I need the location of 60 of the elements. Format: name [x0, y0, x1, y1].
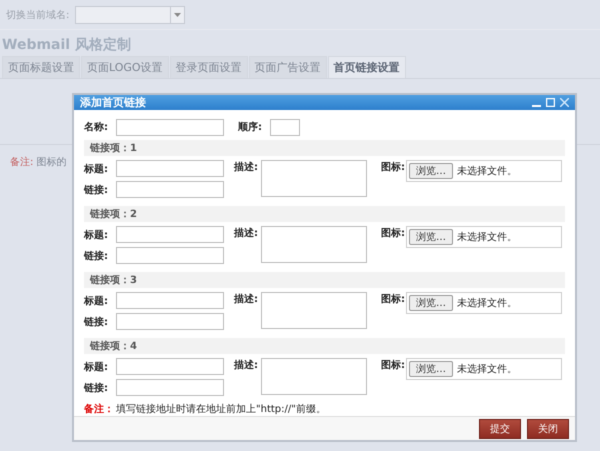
icon-label: 图标:: [381, 292, 406, 308]
page-title: Webmail 风格定制: [1, 36, 132, 55]
close-icon[interactable]: [560, 98, 569, 108]
link-label: 链接:: [84, 316, 109, 329]
link-input[interactable]: [116, 247, 224, 264]
browse-button[interactable]: 浏览…: [409, 229, 453, 246]
note-text: 备注： 填写链接地址时请在地址前加上"http://"前缀。: [84, 402, 327, 416]
tab[interactable]: 首页链接设置: [328, 56, 406, 78]
caret-icon: [174, 12, 182, 16]
dialog-title: 添加首页链接: [80, 95, 146, 110]
section-heading: 链接项：3: [84, 272, 565, 288]
icon-label: 图标:: [381, 226, 406, 242]
close-button[interactable]: 关闭: [527, 418, 569, 439]
icon-label: 图标:: [381, 160, 406, 176]
title-label: 标题:: [84, 162, 109, 176]
description-input[interactable]: [261, 358, 367, 396]
description-input[interactable]: [261, 292, 367, 330]
title-label: 标题:: [84, 294, 109, 308]
order-label: 顺序:: [238, 120, 263, 134]
section-heading: 链接项：4: [84, 338, 565, 354]
title-label: 标题:: [84, 228, 109, 242]
browse-button[interactable]: 浏览…: [409, 295, 453, 312]
file-field[interactable]: 浏览… 未选择文件。: [406, 292, 562, 314]
title-label: 标题:: [84, 360, 109, 374]
section-heading: 链接项：2: [84, 206, 565, 222]
file-field[interactable]: 浏览… 未选择文件。: [406, 160, 562, 182]
file-field[interactable]: 浏览… 未选择文件。: [406, 358, 562, 380]
title-input[interactable]: [116, 160, 224, 178]
domain-select[interactable]: [75, 6, 186, 24]
browse-button[interactable]: 浏览…: [409, 163, 453, 180]
link-input[interactable]: [116, 379, 224, 396]
link-label: 链接:: [84, 382, 109, 395]
icon-label: 图标:: [381, 358, 406, 374]
domain-label: 切换当前域名:: [6, 8, 70, 22]
file-status: 未选择文件。: [457, 362, 517, 376]
description-label: 描述:: [234, 292, 259, 308]
link-input[interactable]: [116, 181, 224, 198]
name-input[interactable]: [116, 118, 224, 136]
file-status: 未选择文件。: [457, 164, 517, 178]
description-label: 描述:: [234, 358, 259, 374]
description-input[interactable]: [261, 226, 367, 264]
description-label: 描述:: [234, 226, 259, 242]
link-input[interactable]: [116, 313, 224, 330]
browse-button[interactable]: 浏览…: [409, 361, 453, 378]
file-status: 未选择文件。: [457, 296, 517, 310]
submit-button[interactable]: 提交: [479, 418, 521, 439]
file-field[interactable]: 浏览… 未选择文件。: [406, 226, 562, 248]
maximize-icon[interactable]: [546, 98, 555, 108]
section-heading: 链接项：1: [84, 140, 565, 156]
title-input[interactable]: [116, 292, 224, 310]
order-input[interactable]: [270, 118, 300, 136]
name-label: 名称:: [84, 120, 109, 134]
description-input[interactable]: [261, 160, 367, 198]
file-status: 未选择文件。: [457, 230, 517, 244]
title-input[interactable]: [116, 358, 224, 376]
link-label: 链接:: [84, 184, 109, 197]
link-label: 链接:: [84, 250, 109, 263]
note-text: 备注: 图标的: [10, 156, 67, 169]
title-input[interactable]: [116, 226, 224, 244]
description-label: 描述:: [234, 160, 259, 176]
